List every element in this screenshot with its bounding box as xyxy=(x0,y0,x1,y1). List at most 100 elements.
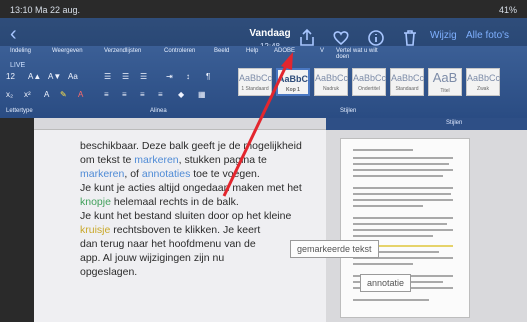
thumb-line xyxy=(353,193,451,195)
document-line: knopje helemaal rechts in de balk. xyxy=(80,196,239,208)
style-kop-1[interactable]: AaBbC Kop 1 xyxy=(276,68,310,96)
subscript-icon[interactable]: x₂ xyxy=(6,90,13,102)
thumb-line xyxy=(353,169,453,171)
sort-icon[interactable]: ↕ xyxy=(186,72,190,84)
thumb-line xyxy=(353,187,453,189)
tab-controleren[interactable]: Controleren xyxy=(164,48,195,54)
word-ribbon: Indeling Weergeven Verzendlijsten Contro… xyxy=(0,46,527,118)
back-chevron-icon[interactable]: ‹ xyxy=(10,24,28,44)
text-run: beschikbaar. Deze balk geeft je de mogel… xyxy=(80,140,302,152)
highlighted-word: markeren xyxy=(134,154,179,166)
style-name: 1 Standaard xyxy=(241,86,269,92)
highlighted-word: kruisje xyxy=(80,224,111,236)
tab-adobe[interactable]: ADOBE xyxy=(274,48,295,54)
change-case-icon[interactable]: Aa xyxy=(68,72,78,84)
style-name: Ondertitel xyxy=(358,86,380,92)
font-color-icon[interactable]: A xyxy=(78,90,83,102)
trash-icon[interactable] xyxy=(400,28,420,48)
grow-font-icon[interactable]: A▲ xyxy=(28,72,41,84)
text-run: , stukken pagina te xyxy=(178,154,267,166)
document-line: markeren, of annotaties toe te voegen. xyxy=(80,168,260,180)
font-toolbar-row: 12 A▲ A▼ Aa ☰ ☰ ☰ ⇥ ↕ ¶ xyxy=(6,72,226,86)
style-preview: AaB xyxy=(432,70,458,85)
text-run: app. Al jouw wijzigingen zijn nu xyxy=(80,252,225,264)
document-line: kruisje rechtsboven te klikken. Je keert xyxy=(80,224,260,236)
tab-verzendlijsten[interactable]: Verzendlijsten xyxy=(104,48,141,54)
tell-me-search[interactable]: Vertel wat u wilt doen xyxy=(336,48,380,60)
superscript-icon[interactable]: x² xyxy=(24,90,31,102)
tab-v[interactable]: V xyxy=(320,48,324,54)
thumb-line xyxy=(353,263,413,265)
style-preview: AaBbCc xyxy=(467,73,501,83)
document-page[interactable]: beschikbaar. Deze balk geeft je de mogel… xyxy=(34,118,326,322)
tab-beeld[interactable]: Beeld xyxy=(214,48,229,54)
style-standaard-1[interactable]: AaBbCc 1 Standaard xyxy=(238,68,272,96)
shrink-font-icon[interactable]: A▼ xyxy=(48,72,61,84)
multilevel-list-icon[interactable]: ☰ xyxy=(140,72,147,84)
style-titel[interactable]: AaB Titel xyxy=(428,68,462,96)
callout-highlighted-text: gemarkeerde tekst xyxy=(290,240,379,258)
thumb-line xyxy=(353,299,429,301)
pilcrow-icon[interactable]: ¶ xyxy=(206,72,210,84)
styles-sidebar: Stijlen xyxy=(326,118,527,322)
align-right-icon[interactable]: ≡ xyxy=(140,90,145,102)
thumb-line xyxy=(353,175,443,177)
thumb-line xyxy=(353,205,423,207)
document-line: beschikbaar. Deze balk geeft je de mogel… xyxy=(80,140,302,152)
status-bar: 13:10 Ma 22 aug. 41% xyxy=(8,3,519,19)
style-zwak[interactable]: AaBbCc Zwak xyxy=(466,68,500,96)
style-name: Zwak xyxy=(477,86,489,92)
style-preview: AaBbCc xyxy=(239,73,273,83)
text-run: om tekst te xyxy=(80,154,135,166)
thumb-line xyxy=(353,229,453,231)
heart-icon[interactable] xyxy=(331,28,351,48)
battery-indicator: 41% xyxy=(498,5,517,15)
thumb-line xyxy=(353,163,449,165)
tab-indeling[interactable]: Indeling xyxy=(10,48,31,54)
align-left-icon[interactable]: ≡ xyxy=(104,90,109,102)
edit-button[interactable]: Wijzig xyxy=(430,30,457,41)
text-run: , of xyxy=(124,168,142,180)
text-run: Je kunt het bestand sluiten door op het … xyxy=(80,210,292,222)
bullets-icon[interactable]: ☰ xyxy=(104,72,111,84)
style-name: Titel xyxy=(440,88,450,94)
highlighted-word: annotaties xyxy=(141,168,191,180)
text-run: dan terug naar het hoofdmenu van de xyxy=(80,238,256,250)
thumb-line xyxy=(353,157,453,159)
thumb-line xyxy=(353,199,453,201)
indent-icon[interactable]: ⇥ xyxy=(166,72,173,84)
status-time-date: 13:10 Ma 22 aug. xyxy=(10,5,81,15)
thumb-line xyxy=(353,223,447,225)
highlight-color-icon[interactable]: ✎ xyxy=(60,90,67,102)
numbering-icon[interactable]: ☰ xyxy=(122,72,129,84)
style-nadruk[interactable]: AaBbCc Nadruk xyxy=(314,68,348,96)
group-label-paragraph: Alinea xyxy=(150,108,167,114)
thumb-line xyxy=(353,235,433,237)
format-toolbar-row: x₂ x² A ✎ A ≡ ≡ ≡ ≡ ◆ ▦ xyxy=(6,90,226,104)
live-indicator: LIVE xyxy=(10,62,26,69)
share-icon[interactable] xyxy=(297,28,317,48)
font-size-field[interactable]: 12 xyxy=(6,72,15,84)
style-ondertitel[interactable]: AaBbCc Ondertitel xyxy=(352,68,386,96)
text-run: opgeslagen. xyxy=(80,266,138,278)
sidebar-header: Stijlen xyxy=(326,118,527,130)
justify-icon[interactable]: ≡ xyxy=(158,90,163,102)
all-photos-button[interactable]: Alle foto's xyxy=(466,30,509,41)
style-standaard[interactable]: AaBbCc Standaard xyxy=(390,68,424,96)
thumb-line xyxy=(353,149,413,151)
ribbon-tabs: Indeling Weergeven Verzendlijsten Contro… xyxy=(0,48,380,60)
tab-help[interactable]: Help xyxy=(246,48,258,54)
document-line: app. Al jouw wijzigingen zijn nu xyxy=(80,252,224,264)
thumb-line xyxy=(353,217,453,219)
align-center-icon[interactable]: ≡ xyxy=(122,90,127,102)
document-line: opgeslagen. xyxy=(80,266,137,278)
borders-icon[interactable]: ▦ xyxy=(198,90,206,102)
text-run: helemaal rechts in de balk. xyxy=(110,196,239,208)
document-line: dan terug naar het hoofdmenu van de xyxy=(80,238,256,250)
tab-weergeven[interactable]: Weergeven xyxy=(52,48,83,54)
shading-icon[interactable]: ◆ xyxy=(178,90,184,102)
highlighted-word: knopje xyxy=(80,196,111,208)
info-icon[interactable] xyxy=(366,28,386,48)
text-effects-icon[interactable]: A xyxy=(44,90,49,102)
callout-annotation: annotatie xyxy=(360,274,412,292)
